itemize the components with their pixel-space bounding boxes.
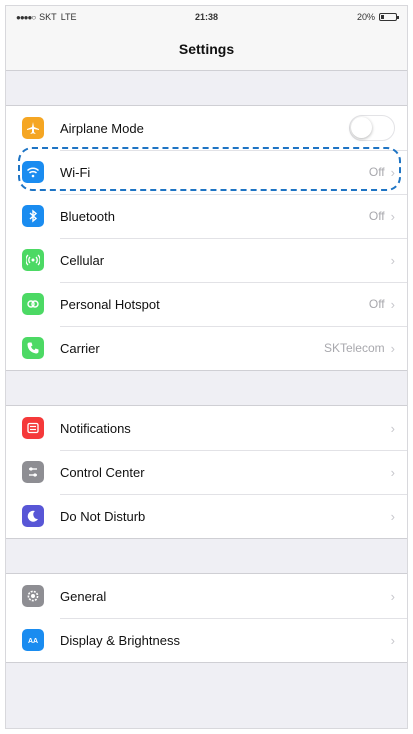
settings-row-label: Bluetooth: [60, 208, 115, 224]
wifi-icon: [22, 161, 44, 183]
chevron-right-icon: ›: [390, 208, 395, 224]
settings-row-carrier[interactable]: Carrier SKTelecom ›: [6, 326, 407, 370]
settings-row-label: General: [60, 588, 107, 604]
battery-percent: 20%: [356, 12, 375, 22]
row-divider: [60, 282, 407, 283]
chevron-right-icon: ›: [390, 588, 395, 604]
settings-row-label: Control Center: [60, 464, 145, 480]
page-title: Settings: [178, 41, 235, 57]
chevron-right-icon: ›: [390, 464, 395, 480]
status-bar: ●●●●○ SKT LTE 21:38 20%: [6, 6, 407, 28]
carrier-name: SKT: [39, 12, 57, 22]
nav-bar: Settings: [6, 28, 407, 71]
battery-icon: [379, 13, 399, 21]
settings-row-do-not-disturb[interactable]: Do Not Disturb ›: [6, 494, 407, 538]
control-center-icon: [22, 461, 44, 483]
settings-list: Airplane Mode Wi-Fi Off › Bluetooth Off › Cellu…: [6, 71, 407, 663]
settings-group: Notifications › Control Center › Do Not Dist…: [6, 405, 407, 539]
settings-row-label: Personal Hotspot: [60, 296, 160, 312]
settings-row-value: Off: [368, 165, 385, 179]
settings-row-label: Notifications: [60, 420, 131, 436]
gear-icon: [22, 585, 44, 607]
airplane-icon: [22, 117, 44, 139]
settings-row-airplane-mode[interactable]: Airplane Mode: [6, 106, 407, 150]
settings-group: General › AA Display & Brightness ›: [6, 573, 407, 663]
chevron-right-icon: ›: [390, 340, 395, 356]
settings-row-label: Display & Brightness: [60, 632, 180, 648]
row-divider: [60, 326, 407, 327]
display-icon: AA: [22, 629, 44, 651]
settings-row-bluetooth[interactable]: Bluetooth Off ›: [6, 194, 407, 238]
phone-screen: ●●●●○ SKT LTE 21:38 20% Settings Airplan…: [5, 5, 408, 729]
row-divider: [60, 238, 407, 239]
settings-row-personal-hotspot[interactable]: Personal Hotspot Off ›: [6, 282, 407, 326]
settings-row-label: Airplane Mode: [60, 120, 144, 136]
settings-row-cellular[interactable]: Cellular ›: [6, 238, 407, 282]
hotspot-icon: [22, 293, 44, 315]
settings-row-value: Off: [368, 297, 385, 311]
bluetooth-icon: [22, 205, 44, 227]
settings-row-label: Wi-Fi: [60, 164, 91, 180]
airplane-mode-toggle[interactable]: [349, 115, 395, 141]
row-divider: [60, 618, 407, 619]
battery-fill: [381, 15, 384, 19]
chevron-right-icon: ›: [390, 296, 395, 312]
chevron-right-icon: ›: [390, 252, 395, 268]
settings-row-wi-fi[interactable]: Wi-Fi Off ›: [6, 150, 407, 194]
row-divider: [60, 450, 407, 451]
settings-row-label: Cellular: [60, 252, 105, 268]
row-divider: [60, 194, 407, 195]
settings-row-general[interactable]: General ›: [6, 574, 407, 618]
moon-icon: [22, 505, 44, 527]
status-right: 20%: [356, 12, 399, 22]
settings-row-value: SKTelecom: [323, 341, 385, 355]
chevron-right-icon: ›: [390, 508, 395, 524]
notifications-icon: [22, 417, 44, 439]
chevron-right-icon: ›: [390, 164, 395, 180]
settings-group: Airplane Mode Wi-Fi Off › Bluetooth Off › Cellu…: [6, 105, 407, 371]
row-divider: [60, 494, 407, 495]
settings-row-display-brightness[interactable]: AA Display & Brightness ›: [6, 618, 407, 662]
svg-text:AA: AA: [28, 638, 38, 645]
row-divider: [60, 150, 407, 151]
chevron-right-icon: ›: [390, 632, 395, 648]
settings-row-notifications[interactable]: Notifications ›: [6, 406, 407, 450]
phone-icon: [22, 337, 44, 359]
settings-row-label: Do Not Disturb: [60, 508, 146, 524]
toggle-knob: [351, 117, 372, 138]
network-type: LTE: [60, 12, 77, 22]
settings-row-value: Off: [368, 209, 385, 223]
settings-row-label: Carrier: [60, 340, 100, 356]
chevron-right-icon: ›: [390, 420, 395, 436]
settings-row-control-center[interactable]: Control Center ›: [6, 450, 407, 494]
cellular-icon: [22, 249, 44, 271]
status-left: ●●●●○ SKT LTE: [16, 12, 77, 22]
signal-dots-icon: ●●●●○: [16, 12, 36, 22]
